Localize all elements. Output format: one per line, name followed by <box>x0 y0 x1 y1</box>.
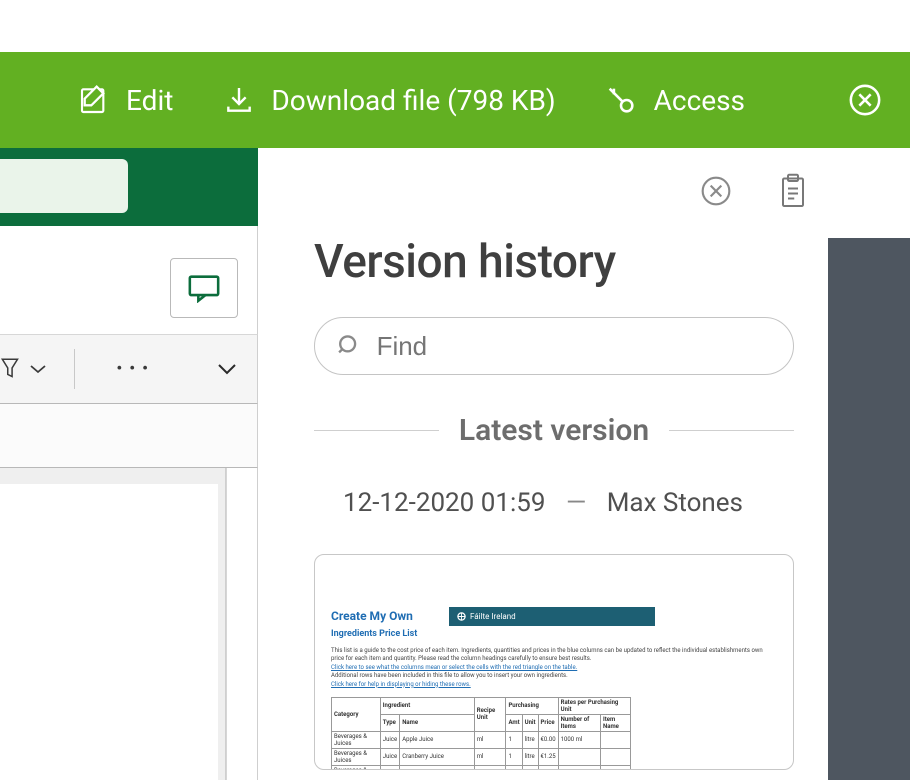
search-field[interactable] <box>314 317 794 375</box>
thumb-table: Category Ingredient Recipe Unit Purchasi… <box>331 697 631 770</box>
table-cell: Apple Juice <box>400 731 475 748</box>
comment-icon <box>187 273 221 303</box>
divider <box>669 430 794 431</box>
table-cell <box>601 765 631 770</box>
divider <box>314 430 439 431</box>
clipboard-button[interactable] <box>778 173 808 209</box>
download-label: Download file (798 KB) <box>271 84 555 117</box>
clipboard-icon <box>778 173 808 209</box>
table-cell: 1 <box>506 731 522 748</box>
table-cell: 1 <box>506 765 522 770</box>
thumb-subtitle: Ingredients Price List <box>331 629 777 639</box>
th-amt: Amt <box>506 714 522 731</box>
table-cell: Beverages & Juices <box>332 765 381 770</box>
edit-icon <box>78 84 110 116</box>
close-icon <box>700 175 732 207</box>
thumb-note: Additional rows have been included in th… <box>331 672 568 679</box>
table-cell <box>558 765 600 770</box>
edit-button[interactable]: Edit <box>78 84 173 117</box>
filter-icon <box>0 356 22 382</box>
excel-secondary-toolbar: ··· <box>0 334 258 404</box>
download-button[interactable]: Download file (798 KB) <box>223 84 555 117</box>
th-category: Category <box>332 697 381 731</box>
access-label: Access <box>654 84 745 117</box>
th-rates: Rates per Purchasing Unit <box>558 697 630 714</box>
brand-logo-icon <box>457 612 466 621</box>
th-type: Type <box>380 714 399 731</box>
table-row: Beverages & JuicesJuiceApple Juiceml1lit… <box>332 731 631 748</box>
table-row: Beverages & JuicesJuiceGrape Juiceml1lit… <box>332 765 631 770</box>
excel-sheet-page[interactable] <box>0 484 218 780</box>
close-button[interactable] <box>848 83 882 117</box>
section-label: Latest version <box>459 413 649 448</box>
panel-title: Version history <box>314 235 828 289</box>
table-cell <box>601 731 631 748</box>
table-cell: Grape Juice <box>400 765 475 770</box>
table-cell: Juice <box>380 731 399 748</box>
th-num-items: Number of Items <box>558 714 600 731</box>
table-cell <box>558 748 600 765</box>
table-cell: Juice <box>380 765 399 770</box>
table-cell: 1000 ml <box>558 731 600 748</box>
table-cell: litre <box>522 765 538 770</box>
table-cell: Juice <box>380 748 399 765</box>
table-cell: Beverages & Juices <box>332 731 381 748</box>
excel-scroll-gutter <box>226 468 258 780</box>
filter-dropdown[interactable] <box>0 356 48 382</box>
table-cell: €1.27 <box>538 765 558 770</box>
action-toolbar: Edit Download file (798 KB) Access <box>0 52 910 148</box>
th-item-name: Item Name <box>601 714 631 731</box>
right-dark-strip <box>828 238 910 780</box>
th-name: Name <box>400 714 475 731</box>
thumb-brand-bar: Fáilte Ireland <box>449 607 655 626</box>
table-cell <box>601 748 631 765</box>
download-icon <box>223 84 255 116</box>
table-cell: €0.00 <box>538 731 558 748</box>
table-row: Beverages & JuicesJuiceCranberry Juiceml… <box>332 748 631 765</box>
th-recipe-unit: Recipe Unit <box>474 697 506 731</box>
panel-close-button[interactable] <box>700 175 732 207</box>
thumb-guide-text: This list is a guide to the cost price o… <box>331 647 763 662</box>
close-icon <box>848 83 882 117</box>
th-unit: Unit <box>522 714 538 731</box>
table-cell: litre <box>522 748 538 765</box>
key-icon <box>604 83 638 117</box>
chevron-down-icon <box>215 361 239 377</box>
th-price: Price <box>538 714 558 731</box>
version-meta: 12-12-2020 01:59 — Max Stones <box>258 488 828 518</box>
thumb-brand-label: Fáilte Ireland <box>470 612 516 621</box>
section-header: Latest version <box>314 413 794 448</box>
excel-formula-bar[interactable] <box>0 404 258 468</box>
table-cell: litre <box>522 731 538 748</box>
thumb-link-1: Click here to see what the columns mean … <box>331 664 777 672</box>
thumb-description: This list is a guide to the cost price o… <box>331 647 777 689</box>
divider <box>74 349 75 389</box>
table-cell: ml <box>474 765 506 770</box>
table-cell: Beverages & Juices <box>332 748 381 765</box>
edit-label: Edit <box>126 84 173 117</box>
search-icon <box>337 332 363 360</box>
version-history-panel: Version history Latest version 12-12-202… <box>258 155 828 780</box>
collapse-chevron[interactable] <box>215 361 239 377</box>
chevron-down-icon <box>28 362 48 376</box>
excel-ribbon-tab[interactable] <box>0 159 128 213</box>
version-datetime: 12-12-2020 01:59 <box>343 488 545 518</box>
table-cell: ml <box>474 731 506 748</box>
table-cell: €1.25 <box>538 748 558 765</box>
panel-toolbar <box>258 155 828 227</box>
table-cell: ml <box>474 748 506 765</box>
access-button[interactable]: Access <box>604 83 745 117</box>
version-author: Max Stones <box>607 488 743 518</box>
table-cell: Cranberry Juice <box>400 748 475 765</box>
th-ingredient: Ingredient <box>380 697 474 714</box>
thumb-link-2: Click here for help in displaying or hid… <box>331 681 777 689</box>
th-purchasing: Purchasing <box>506 697 558 714</box>
search-input[interactable] <box>377 331 793 362</box>
meta-separator: — <box>566 488 586 518</box>
table-cell: 1 <box>506 748 522 765</box>
comment-button[interactable] <box>170 258 238 318</box>
version-thumbnail[interactable]: Create My Own Fáilte Ireland Ingredients… <box>314 554 794 770</box>
